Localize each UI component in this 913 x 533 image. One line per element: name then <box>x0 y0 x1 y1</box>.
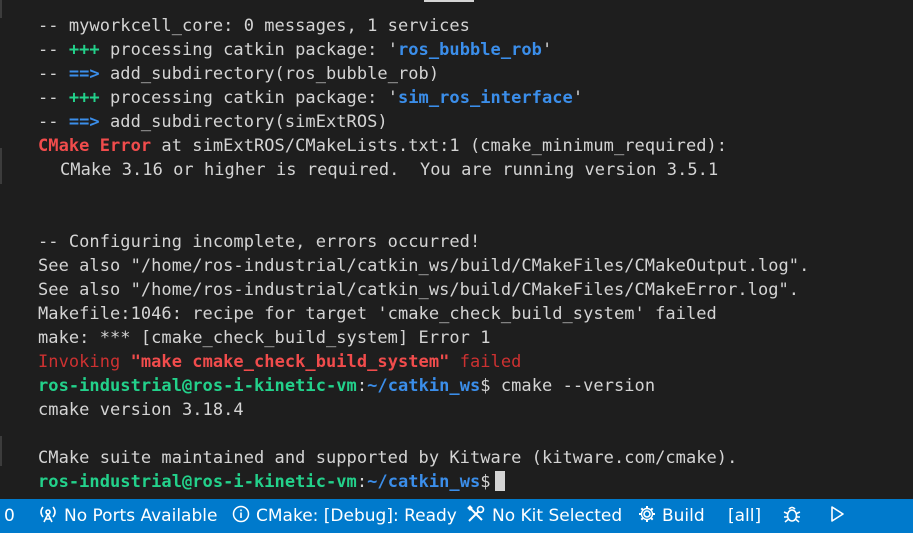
kit-selector[interactable]: No Kit Selected <box>466 499 622 533</box>
build-button[interactable]: Build <box>638 499 705 533</box>
line-text: processing catkin package: ' <box>99 40 398 60</box>
line-text: add_subdirectory(ros_bubble_rob) <box>99 64 440 84</box>
terminal-line: ros-industrial@ros-i-kinetic-vm:~/catkin… <box>38 374 809 398</box>
terminal-line: cmake version 3.18.4 <box>38 398 809 422</box>
invoking-command: "make cmake_check_build_system" <box>130 352 450 372</box>
prompt-user: ros-industrial@ros-i-kinetic-vm <box>38 376 357 396</box>
line-prefix: -- <box>38 112 69 132</box>
kit-label: No Kit Selected <box>492 506 623 526</box>
cmake-status-label: CMake: [Debug]: Ready <box>256 506 457 526</box>
active-tab-indicator <box>424 0 474 2</box>
ports-status[interactable]: No Ports Available <box>38 499 217 533</box>
terminal-line: CMake Error at simExtROS/CMakeLists.txt:… <box>38 134 809 158</box>
line-text: -- myworkcell_core: 0 messages, 1 servic… <box>38 16 470 36</box>
line-prefix: -- <box>38 64 69 84</box>
prompt-path: ~/catkin_ws <box>367 376 481 396</box>
terminal-cursor <box>494 471 505 491</box>
invoking-text: failed <box>449 352 522 372</box>
gutter-mark <box>0 436 2 466</box>
terminal-line: -- Configuring incomplete, errors occurr… <box>38 230 809 254</box>
terminal-line: -- ==> add_subdirectory(simExtROS) <box>38 110 809 134</box>
build-label: Build <box>662 506 705 526</box>
prompt-separator: : <box>356 472 368 492</box>
terminal-panel[interactable]: -- myworkcell_core: 0 messages, 1 servic… <box>0 0 913 499</box>
line-suffix: ' <box>541 40 553 60</box>
problems-count[interactable]: 0 <box>4 499 15 533</box>
terminal-line: CMake suite maintained and supported by … <box>38 446 809 470</box>
line-text: processing catkin package: ' <box>99 88 398 108</box>
subdir-marker: ==> <box>68 64 100 84</box>
bug-icon <box>782 504 802 529</box>
terminal-output: -- myworkcell_core: 0 messages, 1 servic… <box>38 14 809 494</box>
package-name: ros_bubble_rob <box>397 40 542 60</box>
prompt-dollar: $ <box>480 472 491 492</box>
line-text: Makefile:1046: recipe for target 'cmake_… <box>38 304 717 324</box>
subdir-marker: ==> <box>68 112 100 132</box>
line-prefix: -- <box>38 40 69 60</box>
target-label: [all] <box>728 506 762 526</box>
gear-icon <box>638 505 656 528</box>
cmake-status[interactable]: CMake: [Debug]: Ready <box>232 499 457 533</box>
line-text: at simExtROS/CMakeLists.txt:1 (cmake_min… <box>151 136 728 156</box>
target-selector[interactable]: [all] <box>728 499 761 533</box>
terminal-line: make: *** [cmake_check_build_system] Err… <box>38 326 809 350</box>
terminal-line: ros-industrial@ros-i-kinetic-vm:~/catkin… <box>38 470 809 494</box>
line-text: add_subdirectory(simExtROS) <box>99 112 388 132</box>
processing-marker: +++ <box>68 40 100 60</box>
prompt-separator: : <box>356 376 368 396</box>
package-name: sim_ros_interface <box>397 88 573 108</box>
cmake-error-label: CMake Error <box>38 136 152 156</box>
line-text: See also "/home/ros-industrial/catkin_ws… <box>38 256 810 276</box>
terminal-line: -- +++ processing catkin package: 'sim_r… <box>38 86 809 110</box>
processing-marker: +++ <box>68 88 100 108</box>
terminal-line: -- myworkcell_core: 0 messages, 1 servic… <box>38 14 809 38</box>
terminal-line: See also "/home/ros-industrial/catkin_ws… <box>38 278 809 302</box>
line-text: make: *** [cmake_check_build_system] Err… <box>38 328 491 348</box>
terminal-line: -- +++ processing catkin package: 'ros_b… <box>38 38 809 62</box>
line-text: CMake suite maintained and supported by … <box>38 448 738 468</box>
status-bar: 0 No Ports Available CMake: [Debug]: Rea… <box>0 499 913 533</box>
problems-count-label: 0 <box>4 506 15 526</box>
play-icon <box>828 505 846 528</box>
prompt-path: ~/catkin_ws <box>367 472 481 492</box>
info-icon <box>232 505 250 528</box>
antenna-icon <box>38 505 58 528</box>
gutter-mark <box>0 0 2 18</box>
terminal-line: See also "/home/ros-industrial/catkin_ws… <box>38 254 809 278</box>
prompt-command: cmake --version <box>500 376 656 396</box>
prompt-user: ros-industrial@ros-i-kinetic-vm <box>38 472 357 492</box>
terminal-line: Invoking "make cmake_check_build_system"… <box>38 350 809 374</box>
terminal-line: CMake 3.16 or higher is required. You ar… <box>38 158 809 182</box>
invoking-text: Invoking <box>38 352 131 372</box>
line-prefix: -- <box>38 88 69 108</box>
line-text: CMake 3.16 or higher is required. You ar… <box>60 160 719 180</box>
debug-button[interactable] <box>782 499 802 533</box>
tools-icon <box>466 504 486 528</box>
run-button[interactable] <box>828 499 846 533</box>
line-suffix: ' <box>572 88 584 108</box>
gutter-mark <box>0 148 2 184</box>
terminal-line: Makefile:1046: recipe for target 'cmake_… <box>38 302 809 326</box>
prompt-dollar: $ <box>480 376 501 396</box>
ports-label: No Ports Available <box>64 506 218 526</box>
line-text: See also "/home/ros-industrial/catkin_ws… <box>38 280 800 300</box>
terminal-line: -- ==> add_subdirectory(ros_bubble_rob) <box>38 62 809 86</box>
line-text: cmake version 3.18.4 <box>38 400 244 420</box>
line-text: -- Configuring incomplete, errors occurr… <box>38 232 481 252</box>
